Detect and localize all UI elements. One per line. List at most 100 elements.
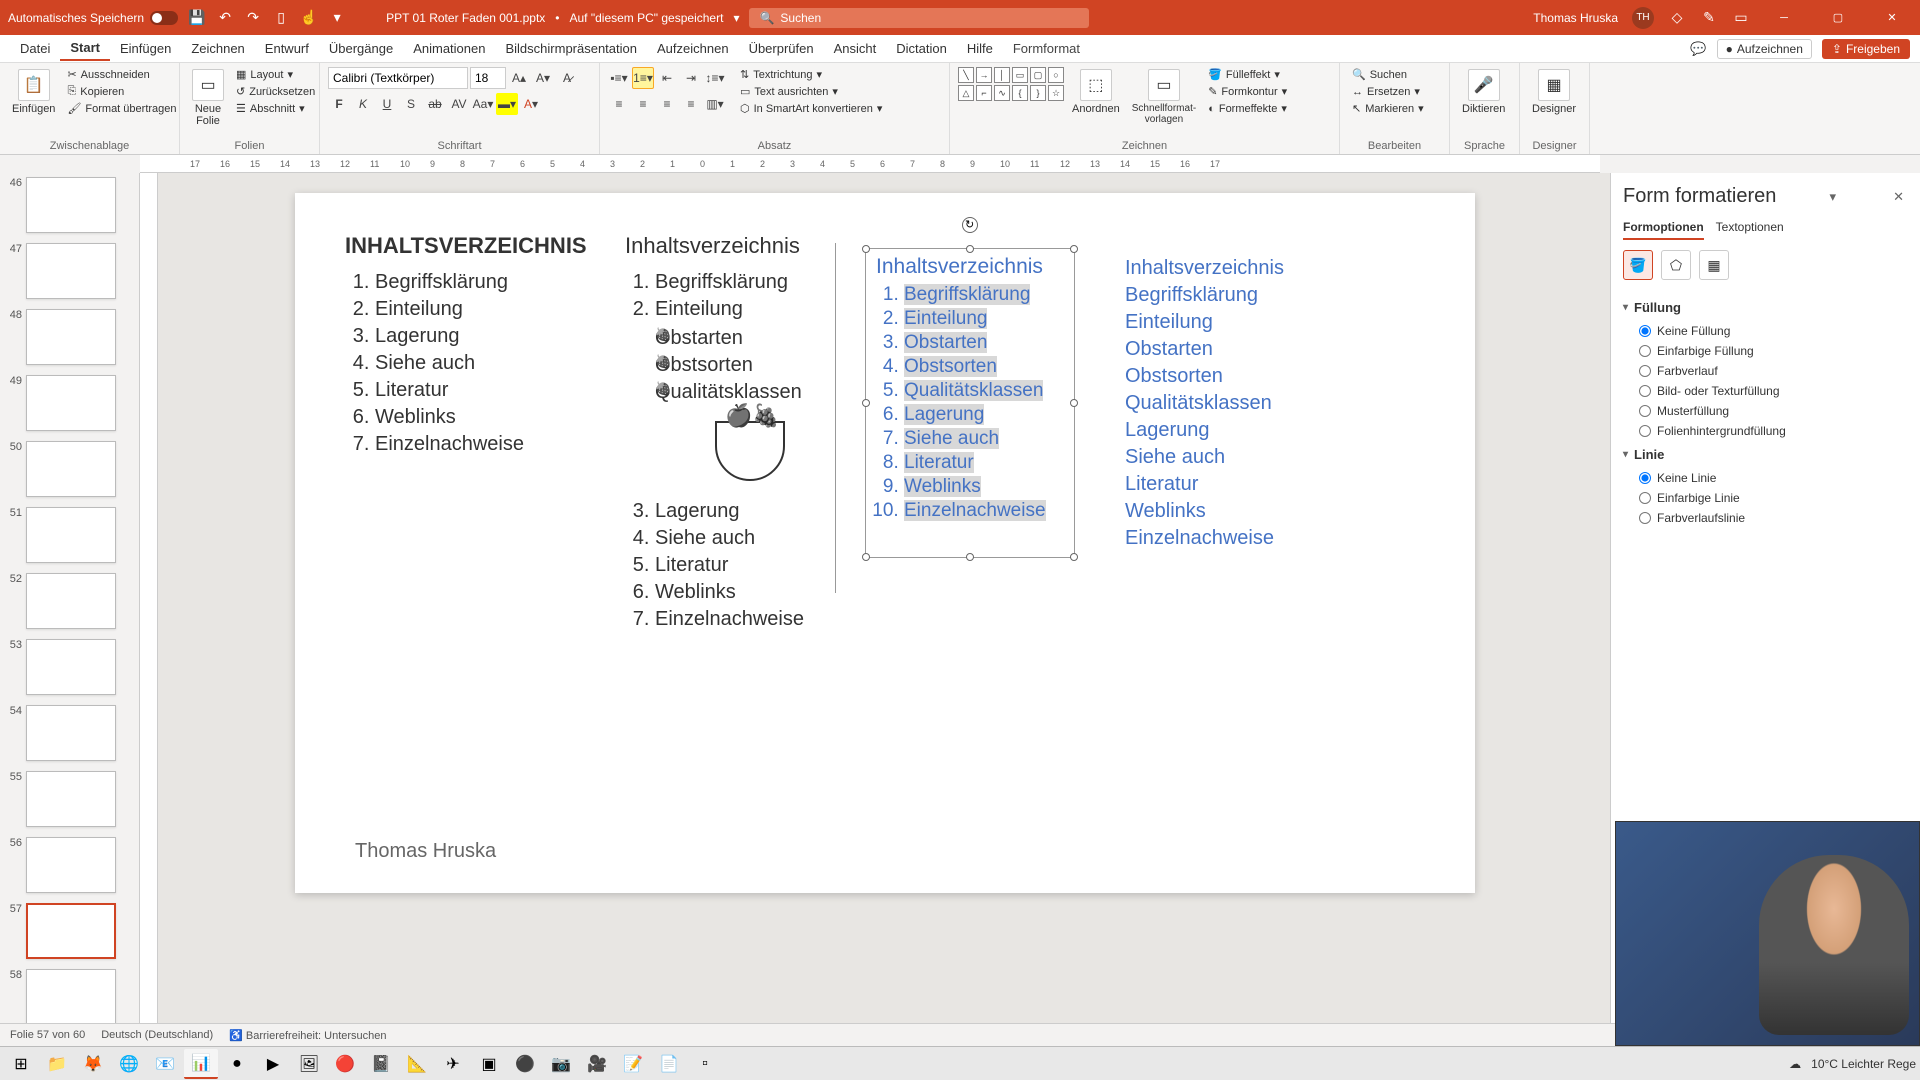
accessibility-status[interactable]: ♿ Barrierefreiheit: Untersuchen	[229, 1029, 386, 1042]
shrink-font-icon[interactable]: A▾	[532, 67, 554, 89]
comments-icon[interactable]: 💬	[1690, 41, 1706, 57]
tab-dictation[interactable]: Dictation	[886, 37, 957, 60]
rotate-handle-icon[interactable]	[962, 217, 978, 233]
copy-button[interactable]: ⎘ Kopieren	[63, 84, 180, 99]
tab-ansicht[interactable]: Ansicht	[824, 37, 887, 60]
thumbnail-53[interactable]: 53	[4, 639, 135, 695]
line-solid-radio[interactable]: Einfarbige Linie	[1639, 488, 1908, 508]
cut-button[interactable]: ✂ Ausschneiden	[63, 67, 180, 82]
chrome-icon[interactable]: 🌐	[112, 1049, 146, 1079]
tab-formformat[interactable]: Formformat	[1003, 37, 1090, 60]
select-button[interactable]: ↖ Markieren ▾	[1348, 101, 1428, 116]
thumbnail-51[interactable]: 51	[4, 507, 135, 563]
save-icon[interactable]: 💾	[188, 9, 206, 27]
shape-brace-r-icon[interactable]: }	[1030, 85, 1046, 101]
shadow-icon[interactable]: S	[400, 93, 422, 115]
resize-handle-s[interactable]	[966, 553, 974, 561]
zoom-icon[interactable]: 🎥	[580, 1049, 614, 1079]
thumbnail-panel[interactable]: 4647484950515253545556575859	[0, 173, 140, 1023]
line-spacing-icon[interactable]: ↕≡▾	[704, 67, 726, 89]
font-color-icon[interactable]: A▾	[520, 93, 542, 115]
paste-button[interactable]: 📋Einfügen	[8, 67, 59, 117]
pane-tab-form[interactable]: Formoptionen	[1623, 216, 1704, 240]
thumbnail-47[interactable]: 47	[4, 243, 135, 299]
thumbnail-58[interactable]: 58	[4, 969, 135, 1023]
shape-arrow-icon[interactable]: →	[976, 67, 992, 83]
find-button[interactable]: 🔍 Suchen	[1348, 67, 1428, 82]
tab-animationen[interactable]: Animationen	[403, 37, 495, 60]
tab-hilfe[interactable]: Hilfe	[957, 37, 1003, 60]
tab-uebergaenge[interactable]: Übergänge	[319, 37, 403, 60]
explorer-icon[interactable]: 📁	[40, 1049, 74, 1079]
fill-picture-radio[interactable]: Bild- oder Texturfüllung	[1639, 381, 1908, 401]
share-button[interactable]: ⇪ Freigeben	[1822, 39, 1910, 59]
thumbnail-56[interactable]: 56	[4, 837, 135, 893]
numbering-icon[interactable]: 1≡▾	[632, 67, 654, 89]
redo-icon[interactable]: ↷	[244, 9, 262, 27]
weather-text[interactable]: 10°C Leichter Rege	[1811, 1057, 1916, 1071]
shape-brace-l-icon[interactable]: {	[1012, 85, 1028, 101]
chevron-down-icon[interactable]: ▾	[733, 11, 739, 25]
italic-icon[interactable]: K	[352, 93, 374, 115]
selected-textbox[interactable]: Inhaltsverzeichnis Begriffsklärung Einte…	[865, 248, 1075, 558]
font-size-combo[interactable]	[470, 67, 506, 89]
slide-edit-area[interactable]: INHALTSVERZEICHNIS Begriffsklärung Einte…	[140, 173, 1610, 1023]
resize-handle-e[interactable]	[1070, 399, 1078, 407]
format-painter-button[interactable]: 🖌 Format übertragen	[63, 101, 180, 116]
obs-icon[interactable]: ⚫	[508, 1049, 542, 1079]
font-name-combo[interactable]	[328, 67, 468, 89]
fill-none-radio[interactable]: Keine Füllung	[1639, 321, 1908, 341]
visio-icon[interactable]: 📐	[400, 1049, 434, 1079]
align-left-icon[interactable]: ≡	[608, 93, 630, 115]
app2-icon[interactable]: 🔴	[328, 1049, 362, 1079]
record-button[interactable]: ● Aufzeichnen	[1717, 39, 1812, 59]
horizontal-ruler[interactable]: 1716151413121110987654321012345678910111…	[140, 155, 1600, 173]
outdent-icon[interactable]: ⇤	[656, 67, 678, 89]
tab-bildschirmpraesentation[interactable]: Bildschirmpräsentation	[495, 37, 647, 60]
line-none-radio[interactable]: Keine Linie	[1639, 468, 1908, 488]
grow-font-icon[interactable]: A▴	[508, 67, 530, 89]
fill-line-icon[interactable]: 🪣	[1623, 250, 1653, 280]
autosave-toggle[interactable]: Automatisches Speichern	[8, 11, 178, 25]
smartart-button[interactable]: ⬡ In SmartArt konvertieren ▾	[736, 101, 886, 116]
slide-canvas[interactable]: INHALTSVERZEICHNIS Begriffsklärung Einte…	[295, 193, 1475, 893]
thumbnail-55[interactable]: 55	[4, 771, 135, 827]
onenote-icon[interactable]: 📓	[364, 1049, 398, 1079]
shape-triangle-icon[interactable]: △	[958, 85, 974, 101]
slide-counter[interactable]: Folie 57 von 60	[10, 1029, 85, 1041]
shape-star-icon[interactable]: ☆	[1048, 85, 1064, 101]
minimize-icon[interactable]: ─	[1764, 3, 1804, 33]
search-input[interactable]: 🔍 Suchen	[749, 8, 1089, 28]
effects-icon[interactable]: ⬠	[1661, 250, 1691, 280]
layout-button[interactable]: ▦ Layout ▾	[232, 67, 319, 82]
text-direction-button[interactable]: ⇅ Textrichtung ▾	[736, 67, 886, 82]
resize-handle-w[interactable]	[862, 399, 870, 407]
thumbnail-50[interactable]: 50	[4, 441, 135, 497]
pane-tab-text[interactable]: Textoptionen	[1716, 216, 1784, 240]
vlc-icon[interactable]: ▶	[256, 1049, 290, 1079]
strike-icon[interactable]: ab	[424, 93, 446, 115]
pen-icon[interactable]: ✎	[1700, 9, 1718, 27]
reset-button[interactable]: ↺ Zurücksetzen	[232, 84, 319, 99]
align-right-icon[interactable]: ≡	[656, 93, 678, 115]
resize-handle-sw[interactable]	[862, 553, 870, 561]
underline-icon[interactable]: U	[376, 93, 398, 115]
resize-handle-n[interactable]	[966, 245, 974, 253]
clear-format-icon[interactable]: A̷	[556, 67, 578, 89]
bullets-icon[interactable]: ▪≡▾	[608, 67, 630, 89]
quick-styles-button[interactable]: ▭Schnellformat- vorlagen	[1128, 67, 1200, 127]
replace-button[interactable]: ↔ Ersetzen ▾	[1348, 84, 1428, 99]
undo-icon[interactable]: ↶	[216, 9, 234, 27]
weather-icon[interactable]: ☁	[1789, 1057, 1801, 1071]
fill-solid-radio[interactable]: Einfarbige Füllung	[1639, 341, 1908, 361]
bold-icon[interactable]: F	[328, 93, 350, 115]
justify-icon[interactable]: ≡	[680, 93, 702, 115]
tab-entwurf[interactable]: Entwurf	[255, 37, 319, 60]
tab-zeichnen[interactable]: Zeichnen	[181, 37, 254, 60]
resize-handle-nw[interactable]	[862, 245, 870, 253]
shape-curve-icon[interactable]: ∿	[994, 85, 1010, 101]
columns-icon[interactable]: ▥▾	[704, 93, 726, 115]
thumbnail-57[interactable]: 57	[4, 903, 135, 959]
tab-aufzeichnen[interactable]: Aufzeichnen	[647, 37, 739, 60]
highlight-icon[interactable]: ▬▾	[496, 93, 518, 115]
